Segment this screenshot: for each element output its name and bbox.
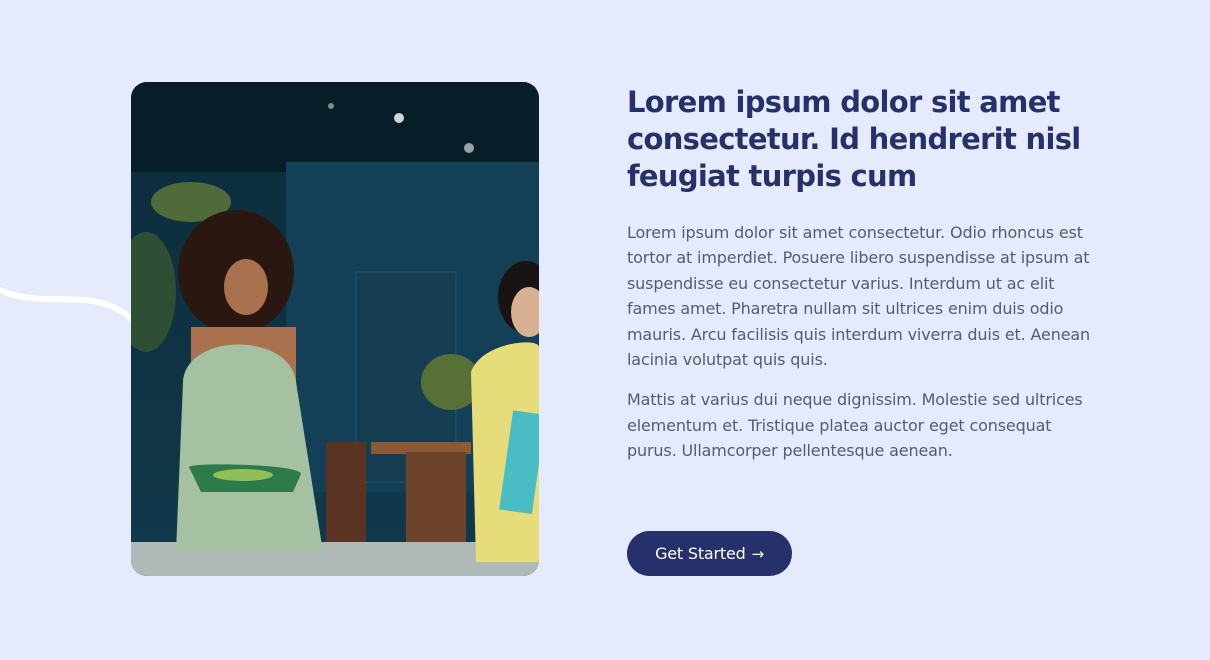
arrow-right-icon: →	[751, 544, 765, 563]
hero-title: Lorem ipsum dolor sit amet consectetur. …	[627, 85, 1081, 193]
decorative-wave	[0, 287, 140, 328]
get-started-button[interactable]: Get Started →	[627, 531, 792, 576]
hero-photo	[131, 82, 539, 576]
get-started-label: Get Started	[655, 544, 746, 563]
hero-content: Lorem ipsum dolor sit amet consectetur. …	[627, 84, 1097, 464]
hero-paragraph-2: Mattis at varius dui neque dignissim. Mo…	[627, 390, 1083, 461]
hero-paragraph-1: Lorem ipsum dolor sit amet consectetur. …	[627, 223, 1091, 370]
